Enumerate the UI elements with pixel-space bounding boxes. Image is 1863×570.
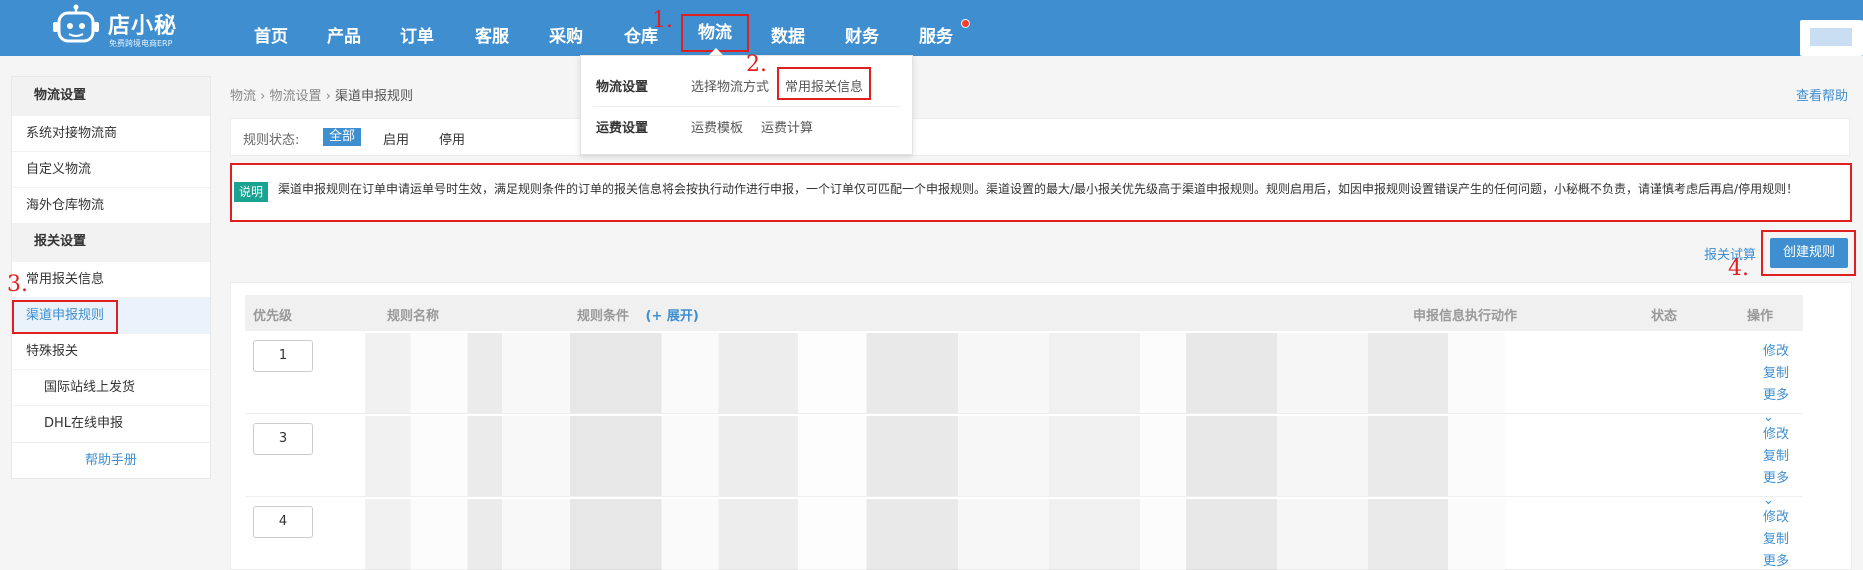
copy-link[interactable]: 复制 [1763, 363, 1803, 385]
breadcrumb-logistics[interactable]: 物流 [230, 89, 256, 104]
brand-logo[interactable]: 店小秘 免费跨境电商ERP [52, 2, 192, 50]
sidebar-item-common-customs-info[interactable]: 常用报关信息 [12, 261, 210, 297]
top-navigation-bar: 店小秘 免费跨境电商ERP 首页 产品 订单 客服 采购 仓库 物流 数据 财务… [0, 0, 1863, 56]
rules-table: 优先级 规则名称 规则条件 (+ 展开) 申报信息执行动作 状态 操作 1 修改… [230, 282, 1852, 570]
nav-item-home[interactable]: 首页 [254, 22, 288, 47]
table-header: 优先级 规则名称 规则条件 (+ 展开) 申报信息执行动作 状态 操作 [245, 295, 1803, 331]
nav-item-data[interactable]: 数据 [771, 22, 805, 47]
breadcrumb-separator: › [325, 89, 331, 104]
dropdown-link-freight-calc[interactable]: 运费计算 [761, 117, 813, 136]
avatar-image [1810, 28, 1852, 46]
sidebar-item-special-customs[interactable]: 特殊报关 [12, 333, 210, 369]
breadcrumb-logistics-settings[interactable]: 物流设置 [270, 89, 322, 104]
dropdown-head-freight-settings: 运费设置 [596, 121, 649, 136]
nav-item-products[interactable]: 产品 [327, 22, 361, 47]
th-operations: 操作 [1747, 309, 1774, 324]
breadcrumb: 物流 › 物流设置 › 渠道申报规则 [230, 85, 413, 104]
notification-dot [961, 19, 970, 28]
filter-label: 规则状态: [243, 133, 300, 148]
user-avatar[interactable] [1800, 20, 1863, 56]
sidebar-item-dhl-declare[interactable]: DHL在线申报 [12, 405, 210, 441]
priority-input[interactable]: 3 [253, 423, 313, 455]
rule-status-filter: 规则状态: 全部 启用 停用 [230, 118, 1850, 156]
nav-item-orders[interactable]: 订单 [400, 22, 434, 47]
annotation-box-3 [12, 300, 118, 334]
row-operations: 修改 复制 更多 ⌄ [1763, 507, 1803, 570]
sidebar-item-intl-station-shipping[interactable]: 国际站线上发货 [12, 369, 210, 405]
nav-item-logistics[interactable]: 物流 [681, 14, 749, 52]
redacted-row-content [365, 416, 1505, 496]
annotation-box-4 [1761, 230, 1856, 276]
brand-subtitle: 免费跨境电商ERP [109, 39, 173, 48]
annotation-3: 3. [7, 272, 28, 297]
th-rule-conditions: 规则条件 (+ 展开) [577, 305, 699, 324]
th-declare-action: 申报信息执行动作 [1413, 309, 1518, 324]
copy-link[interactable]: 复制 [1763, 446, 1803, 468]
notice-box: 说明 渠道申报规则在订单申请运单号时生效，满足规则条件的订单的报关信息将会按执行… [230, 163, 1852, 222]
sidebar-group-customs-settings: 报关设置 [12, 223, 210, 261]
expand-conditions-toggle[interactable]: (+ 展开) [646, 309, 699, 324]
dropdown-link-freight-template[interactable]: 运费模板 [691, 117, 743, 136]
copy-link[interactable]: 复制 [1763, 529, 1803, 551]
table-row: 4 修改 复制 更多 ⌄ [245, 497, 1803, 570]
sidebar-item-custom-logistics[interactable]: 自定义物流 [12, 151, 210, 187]
annotation-1: 1. [652, 8, 673, 33]
sidebar-item-system-carriers[interactable]: 系统对接物流商 [12, 115, 210, 151]
nav-item-customer-service[interactable]: 客服 [475, 22, 509, 47]
notice-text: 渠道申报规则在订单申请运单号时生效，满足规则条件的订单的报关信息将会按执行动作进… [278, 182, 1799, 196]
nav-item-services[interactable]: 服务 [919, 22, 953, 47]
more-dropdown[interactable]: 更多 ⌄ [1763, 551, 1803, 570]
th-rule-conditions-label: 规则条件 [577, 309, 630, 324]
filter-option-enabled[interactable]: 启用 [383, 129, 409, 148]
table-row: 3 修改 复制 更多 ⌄ [245, 414, 1803, 508]
nav-item-purchasing[interactable]: 采购 [549, 22, 583, 47]
edit-link[interactable]: 修改 [1763, 424, 1803, 446]
notice-tag: 说明 [234, 182, 269, 202]
breadcrumb-current: 渠道申报规则 [335, 89, 414, 104]
sidebar-help-manual-link[interactable]: 帮助手册 [12, 442, 210, 478]
edit-link[interactable]: 修改 [1763, 507, 1803, 529]
edit-link[interactable]: 修改 [1763, 341, 1803, 363]
dropdown-link-select-carrier[interactable]: 选择物流方式 [691, 76, 769, 95]
table-row: 1 修改 复制 更多 ⌄ [245, 331, 1803, 425]
th-status: 状态 [1651, 309, 1678, 324]
robot-logo-icon [53, 4, 99, 43]
annotation-2: 2. [746, 52, 767, 77]
filter-option-all[interactable]: 全部 [323, 128, 362, 146]
dropdown-head-logistics-settings: 物流设置 [596, 80, 649, 95]
redacted-row-content [365, 499, 1505, 570]
sidebar: 物流设置 系统对接物流商 自定义物流 海外仓库物流 报关设置 常用报关信息 渠道… [11, 76, 211, 479]
annotation-4: 4. [1728, 256, 1749, 281]
breadcrumb-separator: › [260, 89, 266, 104]
sidebar-group-logistics-settings: 物流设置 [12, 77, 210, 115]
brand-title: 店小秘 [108, 14, 178, 39]
annotation-box-2 [777, 67, 871, 100]
sidebar-item-overseas-warehouse[interactable]: 海外仓库物流 [12, 187, 210, 223]
redacted-row-content [365, 333, 1505, 413]
dropdown-divider [593, 106, 901, 107]
view-help-link[interactable]: 查看帮助 [1796, 85, 1848, 104]
nav-item-finance[interactable]: 财务 [845, 22, 879, 47]
th-rule-name: 规则名称 [387, 309, 440, 324]
priority-input[interactable]: 1 [253, 340, 313, 372]
filter-option-disabled[interactable]: 停用 [439, 129, 465, 148]
priority-input[interactable]: 4 [253, 506, 313, 538]
th-priority: 优先级 [253, 309, 293, 324]
